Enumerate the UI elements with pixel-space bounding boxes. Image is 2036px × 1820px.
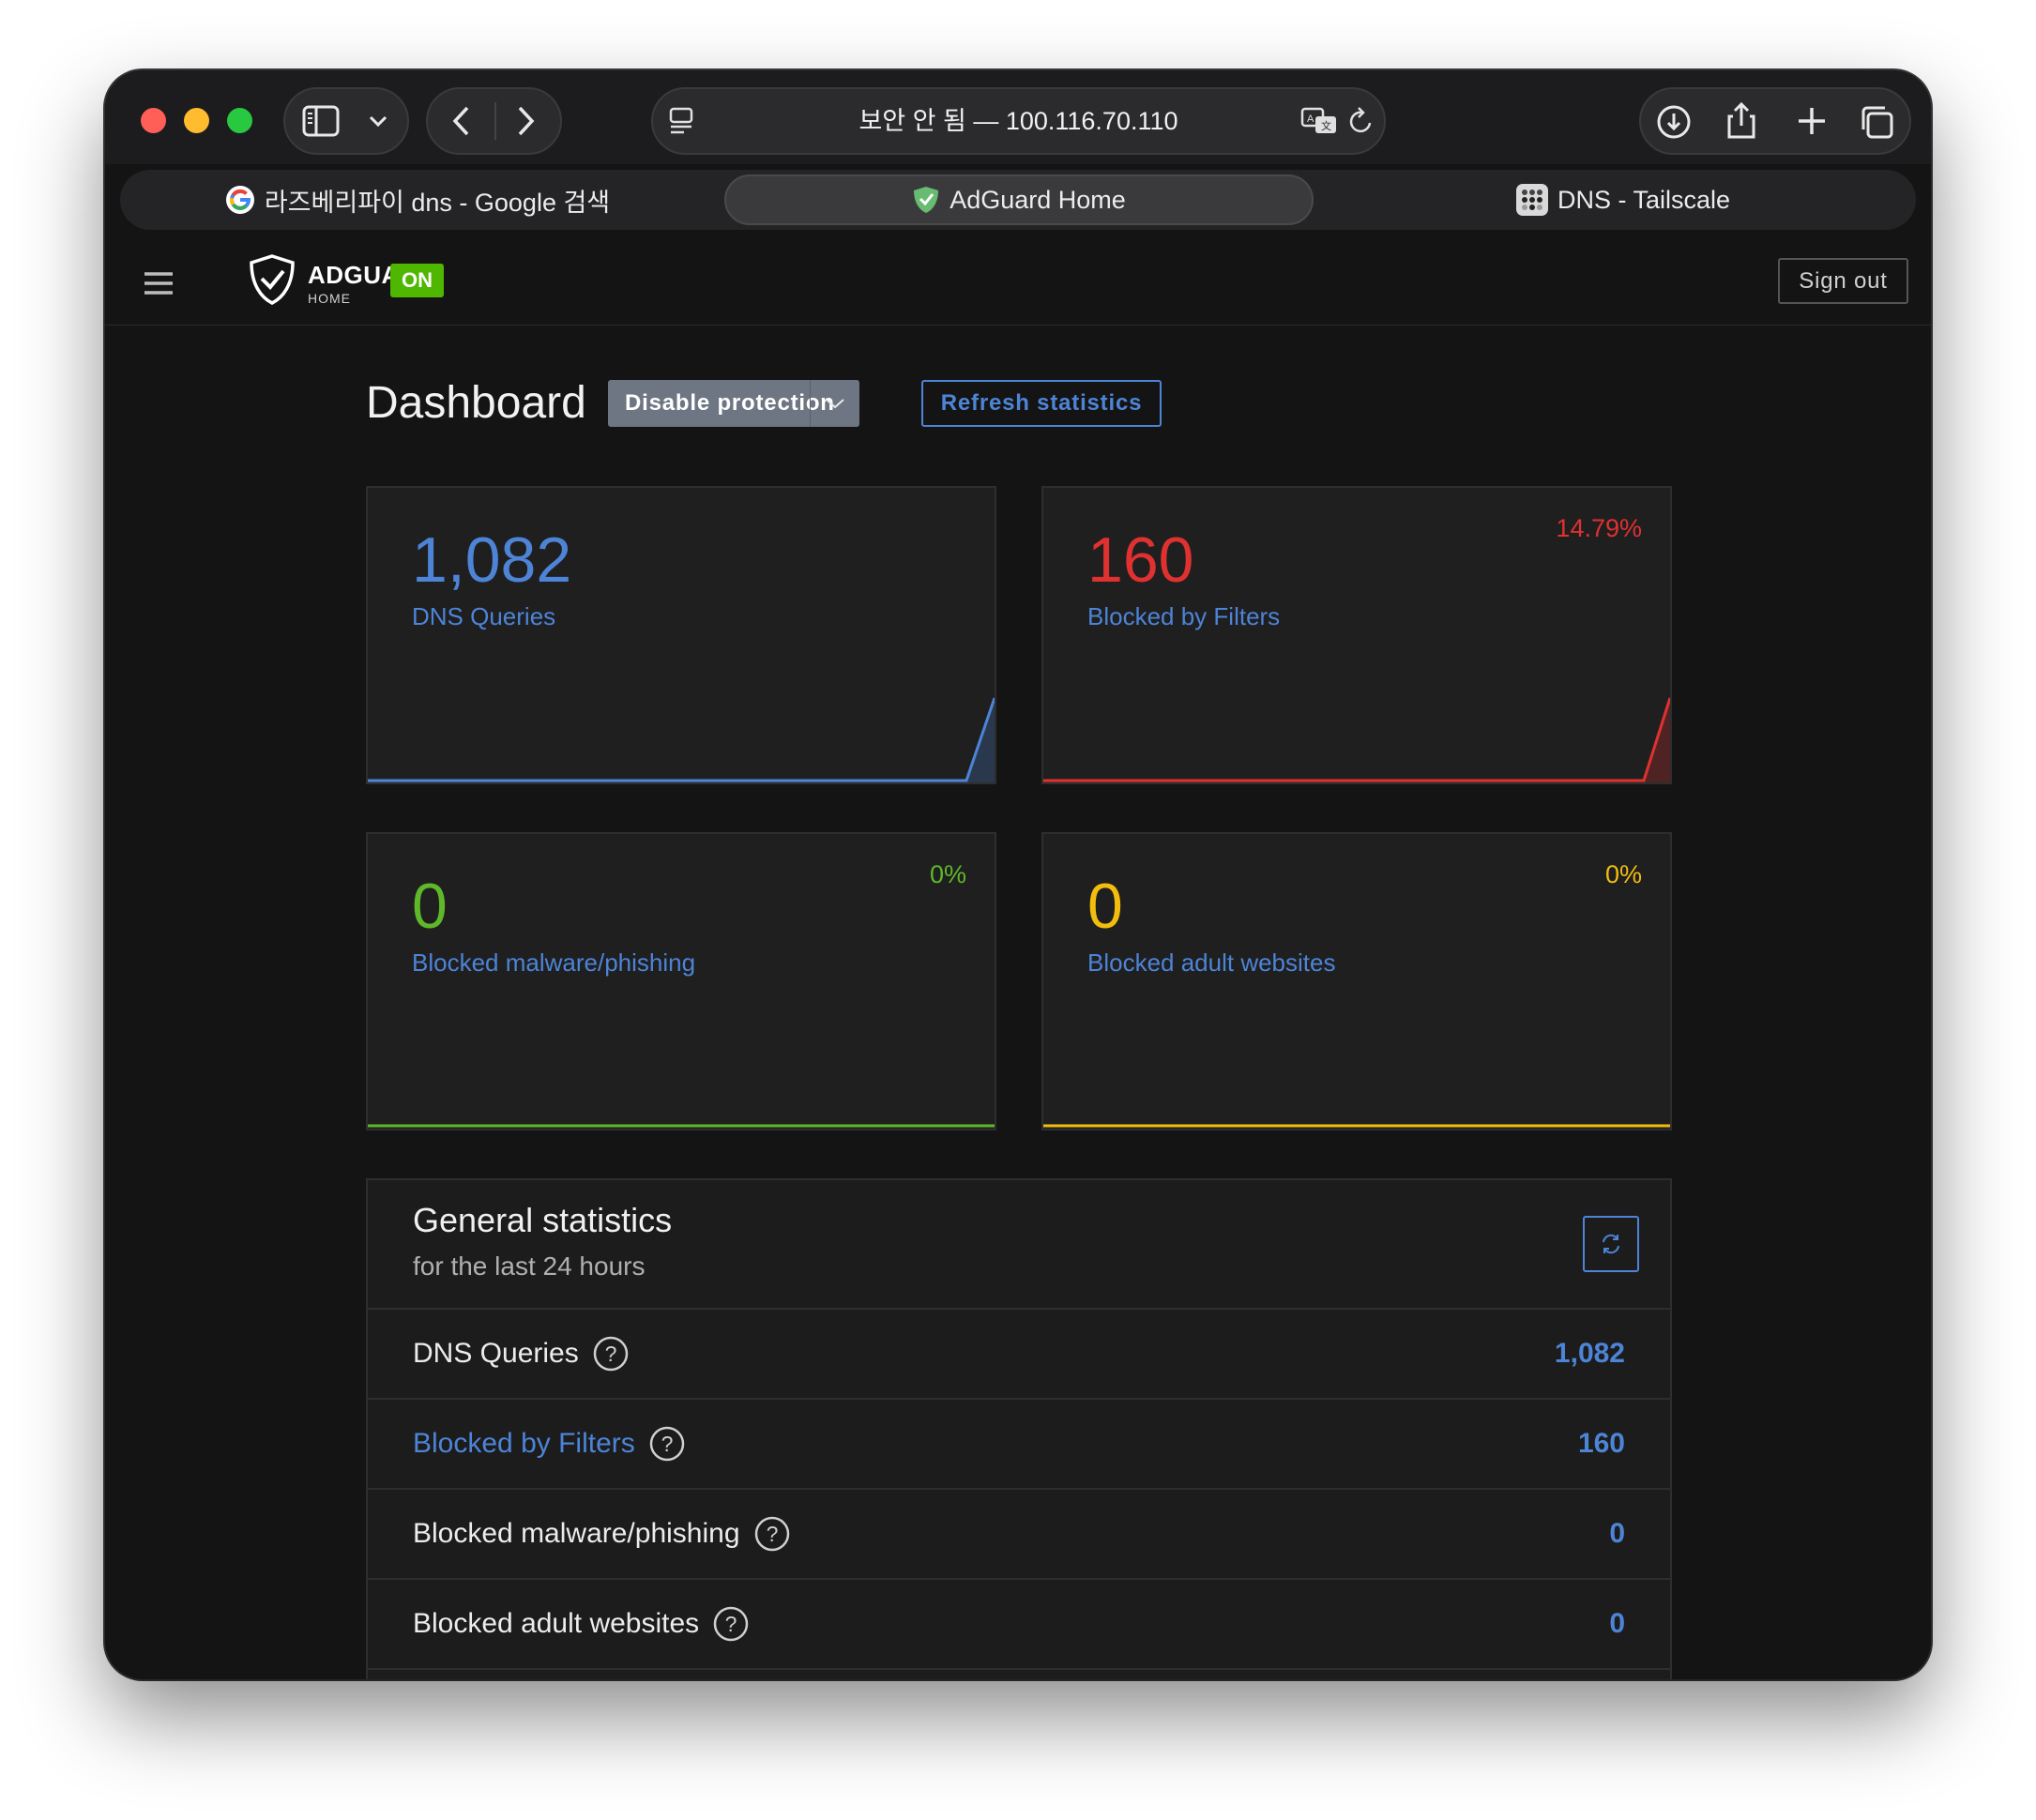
svg-text:?: ? <box>766 1522 778 1546</box>
card-value: 1,082 <box>412 524 572 596</box>
help-icon[interactable]: ? <box>712 1605 750 1643</box>
stats-row-name: Blocked malware/phishing ? <box>413 1490 791 1578</box>
share-icon[interactable] <box>1725 100 1757 140</box>
stats-row-blocked-adult: Blocked adult websites ? 0 <box>368 1578 1670 1668</box>
help-icon[interactable]: ? <box>753 1515 791 1553</box>
refresh-stats-button[interactable] <box>1583 1216 1639 1272</box>
stats-row-blocked-filters[interactable]: Blocked by Filters ? 160 <box>368 1398 1670 1488</box>
svg-text:?: ? <box>604 1342 616 1366</box>
translate-icon[interactable]: A文 <box>1300 106 1338 136</box>
tab-bar: 라즈베리파이 dns - Google 검색 AdGuard Home DNS … <box>120 170 1916 230</box>
adguard-shield-icon <box>912 185 940 215</box>
help-icon[interactable]: ? <box>592 1335 630 1373</box>
tab-google-search[interactable]: 라즈베리파이 dns - Google 검색 <box>120 174 715 225</box>
stats-row-name: Blocked adult websites ? <box>413 1580 750 1668</box>
forward-icon[interactable] <box>512 104 539 138</box>
zoom-window-button[interactable] <box>227 108 252 133</box>
disable-protection-button[interactable]: Disable protection <box>608 380 859 427</box>
stats-row-name[interactable]: Blocked by Filters ? <box>413 1400 686 1488</box>
stats-row-value: 0 <box>1609 1518 1625 1549</box>
new-tab-icon[interactable] <box>1795 104 1829 138</box>
stats-row-next <box>368 1668 1670 1679</box>
sign-out-button[interactable]: Sign out <box>1778 258 1908 304</box>
page-title: Dashboard <box>366 378 586 428</box>
google-icon <box>225 185 255 215</box>
protection-status-badge: ON <box>390 264 444 297</box>
card-percent: 0% <box>929 860 966 888</box>
navigation-group <box>426 87 562 155</box>
card-percent: 14.79% <box>1556 514 1642 542</box>
card-label: Blocked adult websites <box>1087 948 1336 977</box>
stats-row-name: DNS Queries ? <box>413 1310 630 1398</box>
address-text: 보안 안 됨 — 100.116.70.110 <box>858 107 1178 135</box>
tab-overview-icon[interactable] <box>1859 104 1894 140</box>
chevron-down-icon[interactable] <box>810 380 859 427</box>
tailscale-icon <box>1515 184 1548 216</box>
stats-row-blocked-malware: Blocked malware/phishing ? 0 <box>368 1488 1670 1578</box>
disable-protection-label: Disable protection <box>625 390 835 416</box>
general-statistics-subtitle: for the last 24 hours <box>413 1251 646 1281</box>
blocked-adult-sparkline <box>1043 1124 1670 1128</box>
card-dns-queries: 1,082 DNS Queries <box>366 486 996 784</box>
tab-title: DNS - Tailscale <box>1557 185 1731 214</box>
svg-text:?: ? <box>661 1432 673 1456</box>
browser-window: 보안 안 됨 — 100.116.70.110 A文 라즈베리파이 dns - … <box>105 70 1931 1679</box>
refresh-statistics-button[interactable]: Refresh statistics <box>921 380 1162 427</box>
general-statistics-card: General statistics for the last 24 hours… <box>366 1178 1672 1679</box>
stats-row-label: Blocked adult websites <box>413 1608 700 1639</box>
reload-icon[interactable] <box>1347 106 1375 136</box>
blocked-malware-sparkline <box>368 1124 995 1128</box>
stats-row-dns-queries: DNS Queries ? 1,082 <box>368 1308 1670 1398</box>
card-label: Blocked malware/phishing <box>412 948 696 977</box>
sidebar-icon[interactable] <box>302 104 340 138</box>
back-icon[interactable] <box>448 104 475 138</box>
minimize-window-button[interactable] <box>184 108 209 133</box>
svg-text:文: 文 <box>1321 119 1331 132</box>
adguard-logo-icon <box>248 253 296 306</box>
tab-title: 라즈베리파이 dns - Google 검색 <box>264 188 611 217</box>
card-value: 0 <box>1087 871 1123 942</box>
stats-row-label: Blocked malware/phishing <box>413 1518 740 1549</box>
address-bar[interactable]: 보안 안 됨 — 100.116.70.110 A文 <box>651 87 1386 155</box>
svg-text:A: A <box>1307 114 1314 125</box>
stats-row-label: DNS Queries <box>413 1338 579 1369</box>
hamburger-menu-icon[interactable] <box>143 270 175 296</box>
browser-actions-group <box>1639 87 1911 155</box>
app-header: ADGUARD HOME ON Sign out <box>105 242 1931 326</box>
browser-toolbar: 보안 안 됨 — 100.116.70.110 A文 <box>105 70 1931 164</box>
downloads-icon[interactable] <box>1656 104 1692 140</box>
card-value: 160 <box>1087 524 1194 596</box>
tab-adguard-home[interactable]: AdGuard Home <box>724 174 1314 225</box>
stats-row-value: 1,082 <box>1554 1338 1625 1369</box>
card-percent: 0% <box>1604 860 1642 888</box>
close-window-button[interactable] <box>141 108 166 133</box>
brand-subtitle: HOME <box>308 291 351 306</box>
card-blocked-malware: 0% 0 Blocked malware/phishing <box>366 832 996 1130</box>
card-label: DNS Queries <box>412 602 556 630</box>
refresh-icon <box>1599 1232 1623 1256</box>
dns-queries-sparkline <box>368 697 995 782</box>
stats-row-value: 160 <box>1577 1428 1625 1459</box>
general-statistics-title: General statistics <box>413 1201 673 1239</box>
blocked-filters-sparkline <box>1043 697 1670 782</box>
svg-text:?: ? <box>725 1612 737 1636</box>
card-value: 0 <box>412 871 448 942</box>
card-blocked-by-filters: 14.79% 160 Blocked by Filters <box>1041 486 1672 784</box>
tab-title: AdGuard Home <box>950 185 1126 214</box>
stats-row-value: 0 <box>1609 1608 1625 1639</box>
tab-dns-tailscale[interactable]: DNS - Tailscale <box>1330 174 1916 225</box>
blocked-filters-link[interactable]: Blocked by Filters <box>413 1400 635 1488</box>
help-icon[interactable]: ? <box>648 1425 686 1463</box>
card-label: Blocked by Filters <box>1087 602 1281 630</box>
card-blocked-adult: 0% 0 Blocked adult websites <box>1041 832 1672 1130</box>
sidebar-toggle-group <box>283 87 409 155</box>
chevron-down-icon[interactable] <box>368 112 388 130</box>
